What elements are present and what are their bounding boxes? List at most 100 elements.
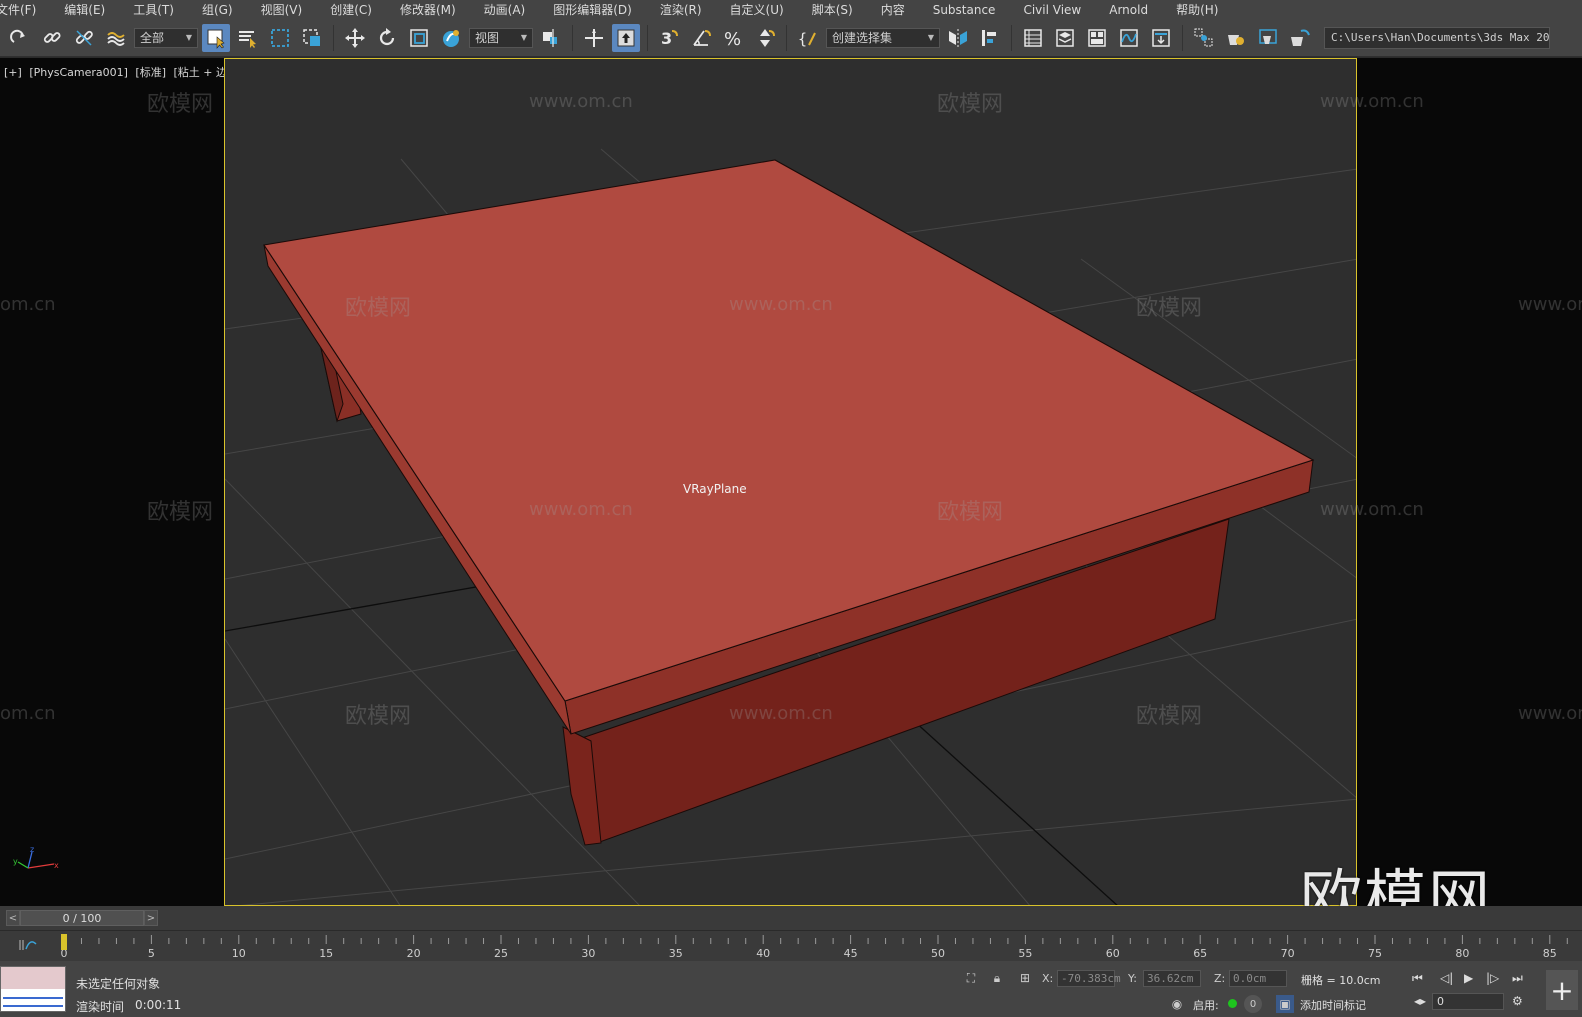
menu-item[interactable]: 工具(T) xyxy=(119,1,188,18)
absolute-mode-icon[interactable]: ⊞ xyxy=(1016,969,1034,987)
previous-frame-icon[interactable]: ◁| xyxy=(1440,971,1453,985)
ruler-tick-label: 60 xyxy=(1106,947,1120,960)
maxscript-mini-listener[interactable] xyxy=(0,966,66,1012)
z-coordinate-field[interactable]: 0.0cm xyxy=(1229,970,1287,987)
ruler-tick-label: 40 xyxy=(756,947,770,960)
reference-coordinate-dropdown[interactable]: 视图 ▼ xyxy=(469,27,533,48)
rectangular-selection-icon[interactable] xyxy=(266,24,294,52)
unlink-icon[interactable] xyxy=(70,24,98,52)
rendered-frame-window-icon[interactable] xyxy=(1254,24,1282,52)
time-slider-thumb[interactable]: 0 / 100 xyxy=(20,910,144,926)
render-setup-icon[interactable] xyxy=(1222,24,1250,52)
mirror-icon[interactable] xyxy=(944,24,972,52)
x-coordinate-field[interactable]: -70.383cm xyxy=(1057,970,1121,987)
time-tag-icon[interactable]: ▣ xyxy=(1276,995,1294,1013)
bind-space-warp-icon[interactable] xyxy=(102,24,130,52)
menu-item[interactable]: Substance xyxy=(919,3,1010,17)
viewport-label-menu[interactable]: [+] [PhysCamera001] [标准] [粘土 + 边面] xyxy=(4,64,246,80)
ruler-tick-label: 75 xyxy=(1368,947,1382,960)
y-coordinate-field[interactable]: 36.62cm xyxy=(1143,970,1201,987)
track-bar-ruler[interactable]: 0 5 10 15 20 25 30 35 40 45 50 55 60 65 70 75 80 85 xyxy=(60,931,1570,962)
menu-item[interactable]: 脚本(S) xyxy=(798,1,867,18)
select-object-icon[interactable] xyxy=(202,23,230,52)
rotate-icon[interactable] xyxy=(373,24,401,52)
menu-item[interactable]: Arnold xyxy=(1095,3,1162,17)
align-icon[interactable] xyxy=(976,24,1004,52)
material-editor-icon[interactable] xyxy=(1190,24,1218,52)
menu-item[interactable]: 自定义(U) xyxy=(716,1,798,18)
reference-coordinate-value: 视图 xyxy=(475,31,500,45)
placement-icon[interactable] xyxy=(437,24,465,52)
menu-item[interactable]: Civil View xyxy=(1009,3,1095,17)
ruler-tick-label: 15 xyxy=(319,947,333,960)
select-manipulate-icon[interactable] xyxy=(580,24,608,52)
adaptive-degradation-icon[interactable]: ◉ xyxy=(1168,995,1186,1013)
selection-lock-icon[interactable]: 🔒︎ xyxy=(988,969,1006,987)
keyboard-shortcut-override-icon[interactable] xyxy=(612,23,640,52)
menu-item[interactable]: 渲染(R) xyxy=(646,1,716,18)
watermark: www.om.cn xyxy=(1518,703,1582,724)
render-time-value: 0:00:11 xyxy=(135,998,182,1012)
ruler-tick-label: 55 xyxy=(1018,947,1032,960)
track-bar[interactable]: 0 5 10 15 20 25 30 35 40 45 50 55 60 65 70 75 80 85 xyxy=(0,930,1582,961)
menu-item[interactable]: 修改器(M) xyxy=(386,1,470,18)
menu-item[interactable]: 创建(C) xyxy=(316,1,386,18)
table-model[interactable] xyxy=(263,159,1315,846)
scale-icon[interactable] xyxy=(405,24,433,52)
redo-icon[interactable] xyxy=(6,24,34,52)
menu-item[interactable]: 视图(V) xyxy=(247,1,317,18)
svg-text:3: 3 xyxy=(661,29,672,48)
snap-toggle-icon[interactable]: 3 xyxy=(655,24,683,52)
window-crossing-icon[interactable] xyxy=(298,24,326,52)
isolate-selection-icon[interactable]: ⛶ xyxy=(962,969,980,987)
menu-item[interactable]: 帮助(H) xyxy=(1162,1,1232,18)
viewport-add-button[interactable]: + xyxy=(1546,970,1578,1010)
scene-explorer-icon[interactable] xyxy=(1019,24,1047,52)
add-time-tag-button[interactable]: 添加时间标记 xyxy=(1300,997,1366,1013)
mini-curve-editor-icon[interactable] xyxy=(16,935,40,955)
named-selection-dropdown[interactable]: 创建选择集 ▼ xyxy=(826,27,940,48)
menu-bar: 文件(F) 编辑(E) 工具(T) 组(G) 视图(V) 创建(C) 修改器(M) 动画(A)… xyxy=(0,0,1582,19)
angle-snap-icon[interactable] xyxy=(687,24,715,52)
select-by-name-icon[interactable] xyxy=(234,24,262,52)
ruler-tick-label: 25 xyxy=(494,947,508,960)
menu-item[interactable]: 动画(A) xyxy=(470,1,540,18)
viewport-standard-menu[interactable]: [标准] xyxy=(135,66,166,79)
viewport-pov-menu[interactable]: [PhysCamera001] xyxy=(29,66,128,79)
current-frame-field[interactable]: 0 xyxy=(1432,993,1504,1010)
layer-explorer-icon[interactable] xyxy=(1051,24,1079,52)
current-frame-marker[interactable] xyxy=(61,934,67,950)
enable-count-badge[interactable]: 0 xyxy=(1244,995,1262,1013)
toggle-ribbon-icon[interactable] xyxy=(1083,24,1111,52)
time-config-icon[interactable]: ⚙ xyxy=(1512,994,1523,1008)
menu-item[interactable]: 组(G) xyxy=(188,1,247,18)
viewport-general-menu[interactable]: [+] xyxy=(4,66,22,79)
time-slider-next-button[interactable]: > xyxy=(144,910,158,926)
go-to-end-icon[interactable]: ⏭ xyxy=(1512,971,1523,986)
perspective-viewport[interactable] xyxy=(224,58,1357,906)
menu-item[interactable]: 编辑(E) xyxy=(50,1,119,18)
status-green-dot-icon xyxy=(1228,999,1237,1008)
key-mode-icon[interactable]: ◂▸ xyxy=(1414,994,1426,1008)
play-icon[interactable]: ▶ xyxy=(1464,971,1473,985)
link-icon[interactable] xyxy=(38,24,66,52)
curve-editor-icon[interactable] xyxy=(1115,24,1143,52)
project-folder-path[interactable]: C:\Users\Han\Documents\3ds Max 2022 xyxy=(1324,26,1550,49)
next-frame-icon[interactable]: |▷ xyxy=(1486,971,1499,985)
time-slider-prev-button[interactable]: < xyxy=(6,910,20,926)
toolbar-separator xyxy=(333,24,334,51)
watermark: om.cn xyxy=(0,703,56,724)
spinner-snap-icon[interactable] xyxy=(751,24,779,52)
percent-snap-icon[interactable]: % xyxy=(719,24,747,52)
menu-item[interactable]: 图形编辑器(D) xyxy=(539,1,646,18)
edit-named-selection-icon[interactable]: { xyxy=(794,24,822,52)
menu-item[interactable]: 文件(F) xyxy=(0,1,50,18)
move-icon[interactable] xyxy=(341,24,369,52)
schematic-view-icon[interactable] xyxy=(1147,24,1175,52)
go-to-start-icon[interactable]: ⏮ xyxy=(1412,971,1423,986)
render-production-icon[interactable] xyxy=(1286,24,1314,52)
pivot-center-icon[interactable] xyxy=(537,24,565,52)
menu-item[interactable]: 内容 xyxy=(867,1,919,18)
selection-filter-dropdown[interactable]: 全部 ▼ xyxy=(134,27,198,48)
toolbar-separator xyxy=(1182,24,1183,51)
